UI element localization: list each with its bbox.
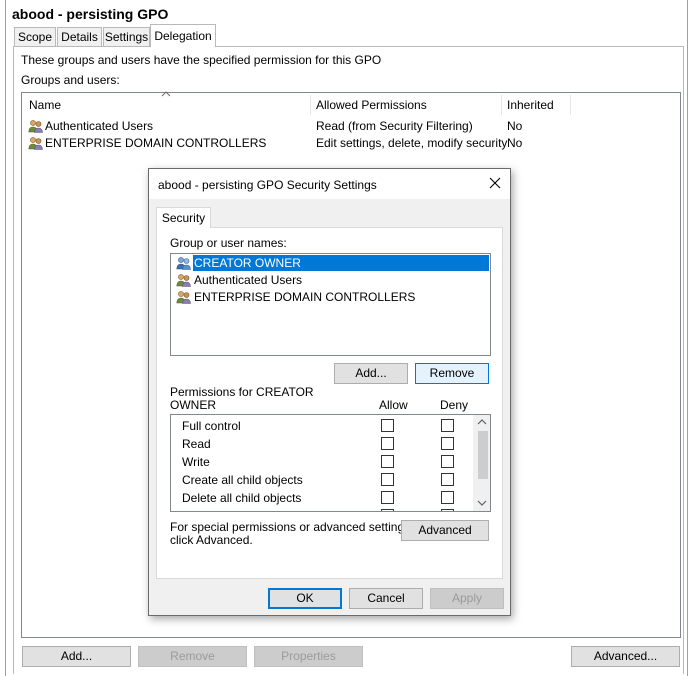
add-button[interactable]: Add... <box>22 646 131 667</box>
column-divider[interactable] <box>310 95 311 115</box>
special-permissions-text-line2: click Advanced. <box>170 533 253 547</box>
allow-checkbox[interactable] <box>381 419 394 432</box>
list-item-label: CREATOR OWNER <box>194 256 301 270</box>
advanced-button[interactable]: Advanced... <box>571 646 680 667</box>
row-inherited: No <box>507 136 523 150</box>
allow-checkbox[interactable] <box>381 491 394 504</box>
scroll-up-arrow-icon[interactable] <box>477 419 487 425</box>
row-permissions: Read (from Security Filtering) <box>316 119 473 133</box>
remove-button[interactable]: Remove <box>138 646 247 667</box>
allow-checkbox[interactable] <box>381 455 394 468</box>
delegation-intro: These groups and users have the specifie… <box>21 53 382 67</box>
group-names-label: Group or user names: <box>170 236 287 250</box>
deny-checkbox[interactable] <box>441 473 454 486</box>
gpo-title: abood - persisting GPO <box>12 6 169 22</box>
tab-security[interactable]: Security <box>156 207 211 228</box>
permission-name: Full control <box>182 419 241 433</box>
allow-checkbox[interactable] <box>381 473 394 486</box>
cancel-button[interactable]: Cancel <box>349 588 423 609</box>
properties-button[interactable]: Properties <box>254 646 363 667</box>
sort-ascending-icon <box>161 91 171 97</box>
list-item-label: ENTERPRISE DOMAIN CONTROLLERS <box>194 290 416 304</box>
tab-delegation[interactable]: Delegation <box>150 24 216 47</box>
permission-name: Read <box>182 437 211 451</box>
column-header-name[interactable]: Name <box>29 94 61 116</box>
row-inherited: No <box>507 119 523 133</box>
group-users-icon <box>28 119 43 133</box>
list-item-label: Authenticated Users <box>194 273 303 287</box>
deny-checkbox[interactable] <box>441 437 454 450</box>
row-permissions: Edit settings, delete, modify security <box>316 136 508 150</box>
allow-column-label: Allow <box>379 398 408 412</box>
column-divider[interactable] <box>570 95 571 115</box>
permissions-label: Permissions for CREATOR <box>170 385 314 399</box>
row-name: Authenticated Users <box>45 119 154 133</box>
deny-checkbox[interactable] <box>441 419 454 432</box>
group-users-icon <box>176 273 191 287</box>
dialog-remove-button[interactable]: Remove <box>415 363 489 384</box>
tab-scope[interactable]: Scope <box>14 27 56 46</box>
security-settings-dialog: abood - persisting GPO Security Settings… <box>148 168 511 616</box>
permissions-label-line2: OWNER <box>170 398 216 412</box>
dialog-advanced-button[interactable]: Advanced <box>401 520 489 541</box>
dialog-title: abood - persisting GPO Security Settings <box>158 178 377 192</box>
permission-name: Delete all child objects <box>182 491 302 505</box>
scroll-down-arrow-icon[interactable] <box>477 500 487 506</box>
deny-checkbox[interactable] <box>441 509 454 511</box>
tab-settings[interactable]: Settings <box>103 27 150 46</box>
group-users-icon <box>176 256 191 270</box>
row-name: ENTERPRISE DOMAIN CONTROLLERS <box>45 136 267 150</box>
group-users-icon <box>176 290 191 304</box>
close-icon[interactable] <box>487 175 503 191</box>
group-users-icon <box>28 136 43 150</box>
column-header-inherited[interactable]: Inherited <box>507 94 554 116</box>
tab-details[interactable]: Details <box>57 27 102 46</box>
special-permissions-text: For special permissions or advanced sett… <box>170 520 414 534</box>
deny-checkbox[interactable] <box>441 455 454 468</box>
groups-users-label: Groups and users: <box>21 73 120 87</box>
apply-button[interactable]: Apply <box>430 588 504 609</box>
column-header-allowed-permissions[interactable]: Allowed Permissions <box>316 94 427 116</box>
scrollbar-thumb[interactable] <box>478 431 488 479</box>
dialog-add-button[interactable]: Add... <box>334 363 408 384</box>
ok-button[interactable]: OK <box>268 588 342 609</box>
column-divider[interactable] <box>501 95 502 115</box>
deny-column-label: Deny <box>440 398 469 412</box>
allow-checkbox[interactable] <box>381 509 394 511</box>
deny-checkbox[interactable] <box>441 491 454 504</box>
permission-name: Create all child objects <box>182 473 303 487</box>
permission-name: Write <box>182 455 210 469</box>
allow-checkbox[interactable] <box>381 437 394 450</box>
